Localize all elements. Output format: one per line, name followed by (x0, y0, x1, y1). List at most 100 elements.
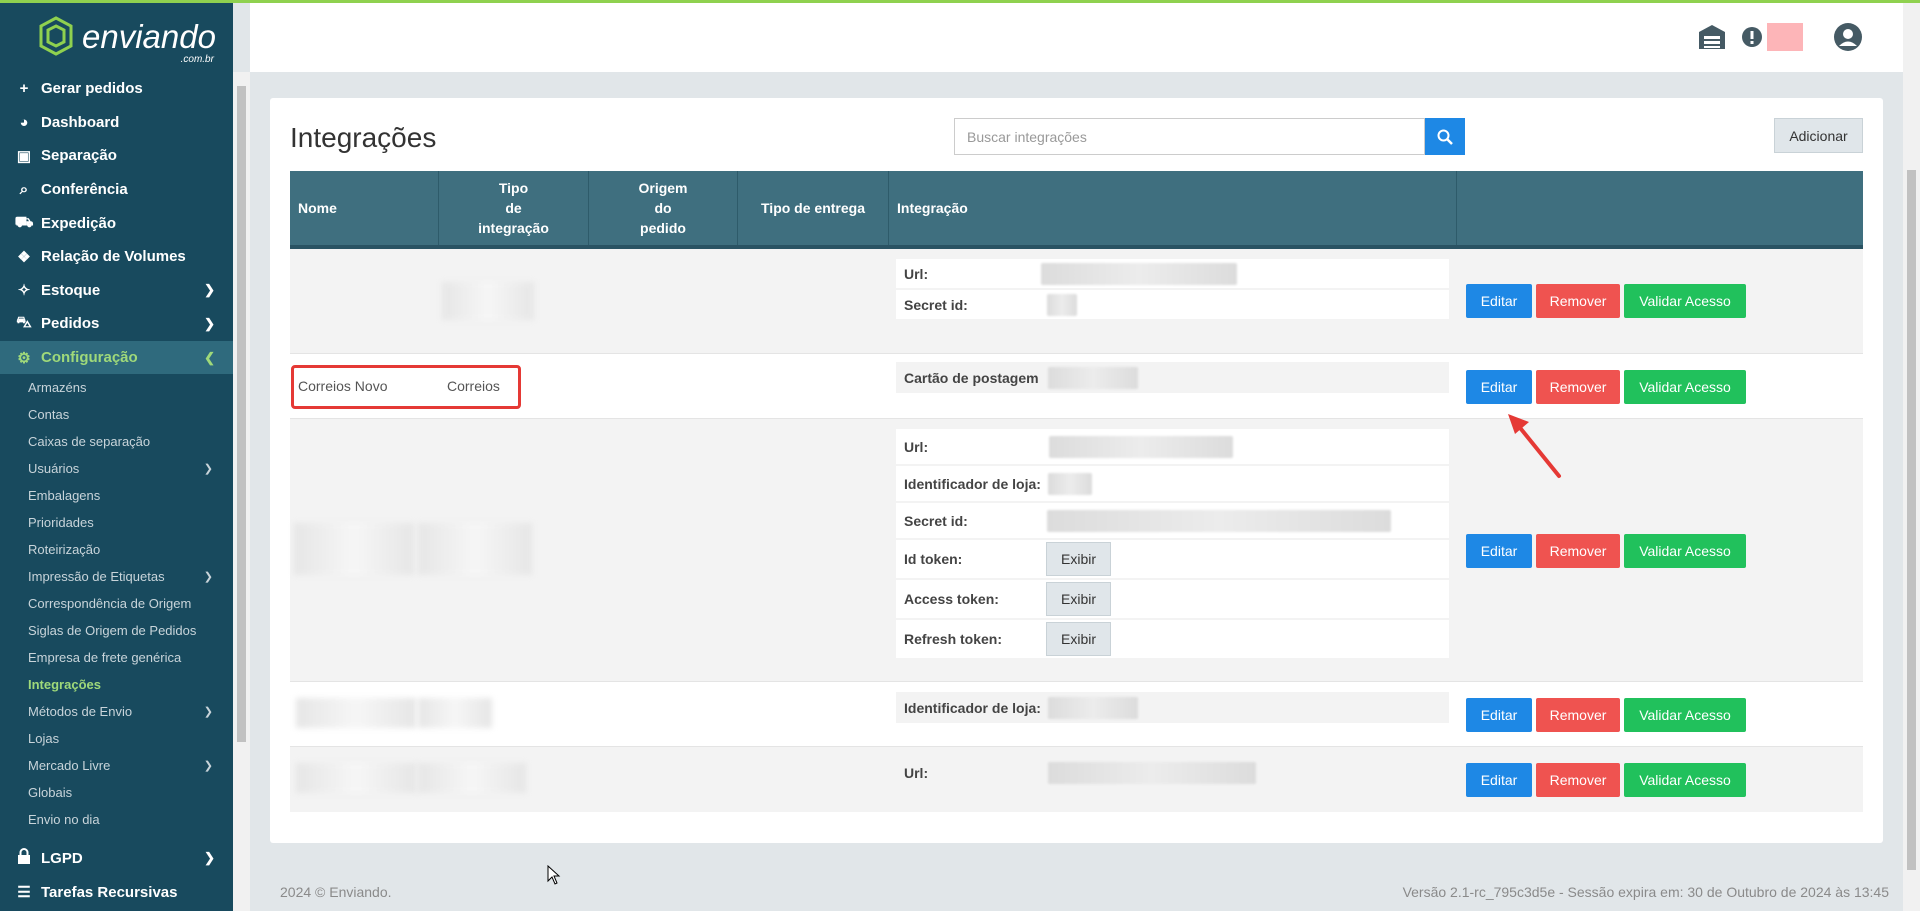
subnav-siglas[interactable]: Siglas de Origem de Pedidos (0, 617, 233, 644)
col-origem-line: do (654, 200, 672, 216)
nav-lgpd[interactable]: LGPD ❯ (0, 841, 233, 875)
logo[interactable]: enviando .com.br (0, 0, 233, 72)
subnav-integracoes[interactable]: Integrações (0, 671, 233, 698)
chevron-right-icon: ❯ (204, 315, 215, 331)
col-tipo-line: Tipo (498, 180, 529, 196)
subnav-embalagens[interactable]: Embalagens (0, 482, 233, 509)
edit-button[interactable]: Editar (1466, 534, 1532, 568)
show-refresh-token-button[interactable]: Exibir (1046, 622, 1112, 656)
edit-button[interactable]: Editar (1466, 284, 1532, 318)
brand-sub: .com.br (180, 53, 214, 65)
col-tipo-line: integração (478, 220, 549, 236)
briefcase-icon: ▣ (16, 147, 32, 165)
validate-button[interactable]: Validar Acesso (1624, 284, 1746, 318)
validate-button[interactable]: Validar Acesso (1624, 698, 1746, 732)
nav-conferencia[interactable]: ⌕ Conferência (0, 173, 233, 207)
kv-key: Identificador de loja: (904, 475, 1041, 492)
truck-icon: ⛟ (14, 213, 34, 231)
subnav-lojas[interactable]: Lojas (0, 725, 233, 752)
subnav-label: Impressão de Etiquetas (28, 569, 165, 585)
remove-button[interactable]: Remover (1536, 534, 1620, 568)
validate-button[interactable]: Validar Acesso (1624, 370, 1746, 404)
nav-label: Separação (41, 147, 117, 165)
subnav-impressao[interactable]: Impressão de Etiquetas ❯ (0, 563, 233, 590)
top-accent-bar (0, 0, 1920, 3)
redacted-value (1048, 366, 1138, 389)
redacted-cell (418, 698, 492, 728)
lock-icon (14, 848, 34, 868)
remove-button[interactable]: Remover (1536, 763, 1620, 797)
nav-expedicao[interactable]: ⛟ Expedição (0, 206, 233, 240)
remove-button[interactable]: Remover (1536, 698, 1620, 732)
subnav-globais[interactable]: Globais (0, 779, 233, 806)
nav-gerar-pedidos[interactable]: + Gerar pedidos (0, 72, 233, 106)
subnav-correspondencia[interactable]: Correspondência de Origem (0, 590, 233, 617)
nav-configuracao[interactable]: ⚙ Configuração ❮ (0, 340, 233, 375)
warehouse-icon[interactable] (1697, 22, 1727, 52)
bottom-nav: LGPD ❯ ☰ Tarefas Recursivas (0, 841, 233, 909)
subnav-contas[interactable]: Contas (0, 401, 233, 428)
subnav-label: Usuários (28, 461, 80, 477)
sidebar-scrollbar-thumb[interactable] (237, 86, 246, 742)
remove-button[interactable]: Remover (1536, 284, 1620, 318)
kv-key: Url: (904, 265, 929, 282)
page-title: Integrações (290, 122, 437, 153)
kv-cartao: Cartão de postagem (896, 362, 1449, 395)
nav-pedidos[interactable]: ⛍ Pedidos ❯ (0, 307, 233, 341)
sidebar-scrollbar[interactable] (233, 72, 250, 911)
chevron-right-icon: ❯ (203, 571, 213, 584)
subnav-usuarios[interactable]: Usuários ❯ (0, 455, 233, 482)
redacted-value (1048, 472, 1092, 495)
kv-key: Url: (904, 764, 929, 781)
edit-button[interactable]: Editar (1466, 763, 1532, 797)
kv-key: Id token: (904, 551, 963, 567)
show-id-token-button[interactable]: Exibir (1046, 542, 1112, 576)
subnav-armazens[interactable]: Armazéns (0, 374, 233, 401)
subnav-roteirizacao[interactable]: Roteirização (0, 536, 233, 563)
row-actions: Editar Remover Validar Acesso (1466, 284, 1746, 318)
nav-tarefas[interactable]: ☰ Tarefas Recursivas (0, 875, 233, 909)
integrations-card: Integrações Adicionar Nome Tipo de integ… (270, 98, 1883, 843)
nav-label: Pedidos (41, 315, 100, 333)
redacted-cell (418, 763, 526, 793)
nav-separacao[interactable]: ▣ Separação (0, 139, 233, 173)
validate-button[interactable]: Validar Acesso (1624, 763, 1746, 797)
subnav-label: Envio no dia (28, 812, 100, 828)
notification-badge (1767, 23, 1803, 51)
subnav-prioridades[interactable]: Prioridades (0, 509, 233, 536)
validate-button[interactable]: Validar Acesso (1624, 534, 1746, 568)
alert-icon[interactable] (1741, 22, 1803, 52)
kv-key: Cartão de postagem (904, 369, 1039, 386)
add-button[interactable]: Adicionar (1774, 118, 1863, 153)
col-origem-line: Origem (638, 180, 688, 196)
search-icon: ⌕ (19, 181, 29, 199)
page-scrollbar[interactable] (1903, 0, 1920, 911)
subnav-caixas[interactable]: Caixas de separação (0, 428, 233, 455)
page-scrollbar-thumb[interactable] (1907, 170, 1916, 870)
user-icon[interactable] (1833, 22, 1863, 52)
subnav-mercado-livre[interactable]: Mercado Livre ❯ (0, 752, 233, 779)
search-button[interactable] (1425, 118, 1465, 155)
subnav-label: Prioridades (28, 515, 94, 531)
subnav-empresa-frete[interactable]: Empresa de frete genérica (0, 644, 233, 671)
chevron-right-icon: ❯ (204, 282, 215, 298)
show-access-token-button[interactable]: Exibir (1046, 582, 1112, 616)
integration-details: Url: (896, 757, 1449, 790)
kv-refresh-token: Refresh token: Exibir (896, 620, 1449, 660)
nav-relacao-volumes[interactable]: ❖ Relação de Volumes (0, 240, 233, 274)
subnav-envio-dia[interactable]: Envio no dia (0, 806, 233, 833)
kv-access-token: Access token: Exibir (896, 580, 1449, 620)
logo-icon (38, 16, 74, 56)
edit-button[interactable]: Editar (1466, 370, 1532, 404)
nav-label: Conferência (41, 181, 128, 199)
redacted-cell (296, 698, 416, 728)
search-input[interactable] (954, 118, 1425, 155)
remove-button[interactable]: Remover (1536, 370, 1620, 404)
nav-dashboard[interactable]: ◕ Dashboard (0, 106, 233, 140)
kv-key: Secret id: (904, 296, 968, 313)
edit-button[interactable]: Editar (1466, 698, 1532, 732)
subnav-metodos-envio[interactable]: Métodos de Envio ❯ (0, 698, 233, 725)
nav-estoque[interactable]: ✧ Estoque ❯ (0, 274, 233, 308)
subnav-label: Embalagens (28, 488, 101, 504)
chevron-right-icon: ❯ (204, 850, 215, 866)
